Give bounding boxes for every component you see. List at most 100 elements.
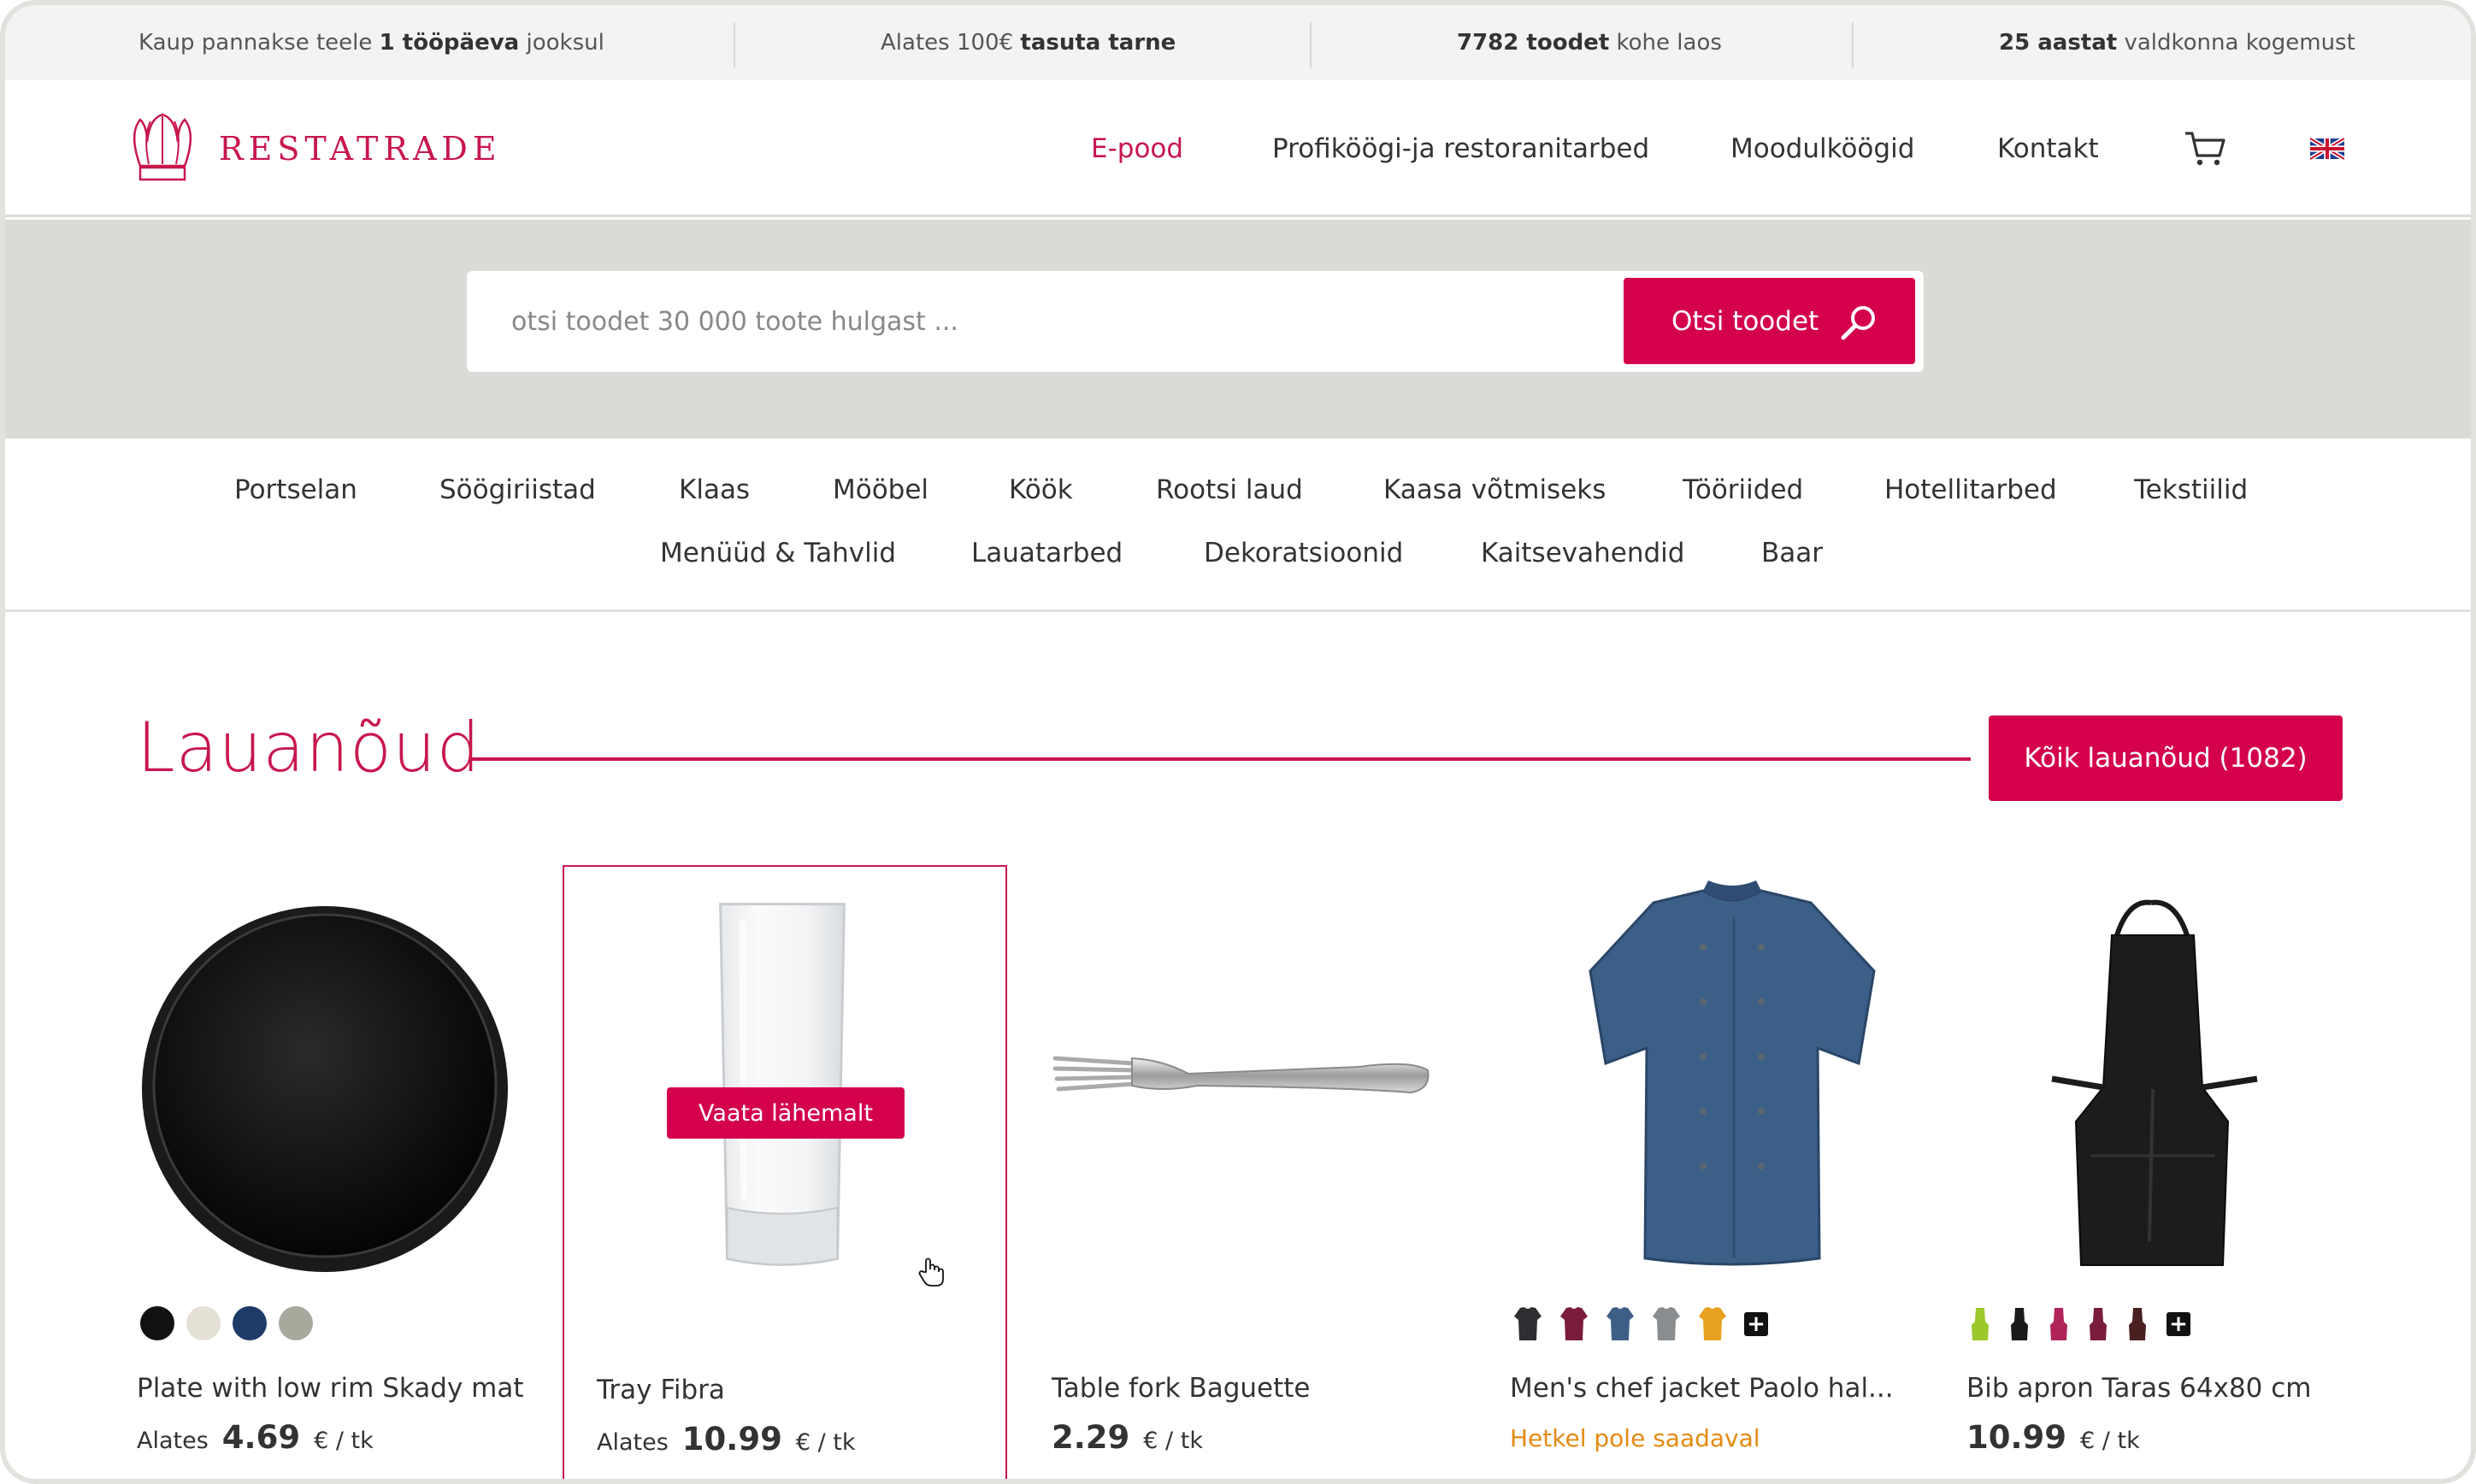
nav-e-pood[interactable]: E-pood [1091,80,1183,217]
shirt-swatch-icon[interactable] [1698,1306,1727,1342]
info-text: valdkonna kogemust [2124,30,2355,56]
category-moobel[interactable]: Mööbel [833,474,928,505]
category-hotellitarbed[interactable]: Hotellitarbed [1884,474,2057,505]
shirt-swatch-icon[interactable] [1652,1306,1681,1342]
swatch[interactable] [233,1306,267,1340]
site-header: RESTATRADE E-pood Profiköögi-ja restoran… [5,80,2471,217]
product-name[interactable]: Table fork Baguette [1052,1373,1311,1404]
shirt-swatch-icon[interactable] [1513,1306,1542,1342]
product-name[interactable]: Bib apron Taras 64x80 cm [1966,1373,2312,1404]
category-baar[interactable]: Baar [1761,538,1823,568]
info-bold: 25 aastat [1999,30,2118,56]
experience-info: 25 aastat valdkonna kogemust [1999,5,2355,80]
swatch[interactable] [279,1306,313,1340]
divider [1310,22,1312,68]
search-button-label: Otsi toodet [1671,305,1819,337]
color-swatches [140,1306,313,1340]
category-kaitsevahendid[interactable]: Kaitsevahendid [1481,538,1684,568]
shirt-swatch-icon[interactable] [1559,1306,1589,1342]
info-text: kohe laos [1616,30,1722,56]
logo[interactable]: RESTATRADE [132,113,502,185]
info-bold: tasuta tarne [1020,30,1176,56]
nav-kontakt[interactable]: Kontakt [1997,80,2099,217]
product-card[interactable]: + Bib apron Taras 64x80 cm 10.99 € / tk [1966,865,2411,1479]
product-name[interactable]: Men's chef jacket Paolo hal... [1510,1373,1894,1404]
swatch[interactable] [186,1306,221,1340]
category-kook[interactable]: Köök [1009,474,1073,505]
product-card[interactable]: Table fork Baguette 2.29 € / tk [1052,865,1496,1479]
product-price: 10.99 € / tk [1966,1419,2140,1456]
language-switch[interactable] [2310,80,2344,217]
category-dekoratsioonid[interactable]: Dekoratsioonid [1204,538,1403,568]
category-tooriided[interactable]: Tööriided [1683,474,1803,505]
color-swatches: + [1970,1306,2190,1342]
browser-frame: Kaup pannakse teele 1 tööpäeva jooksul A… [0,0,2476,1484]
availability-status: Hetkel pole saadaval [1510,1424,1760,1452]
price-value: 10.99 [1966,1419,2067,1456]
info-bold: 1 tööpäeva [379,30,520,56]
price-prefix: Alates [597,1429,669,1456]
info-text: Kaup pannakse teele [139,30,373,56]
quick-view-button[interactable]: Vaata lähemalt [667,1087,905,1139]
product-price: Alates 10.99 € / tk [597,1421,856,1458]
apron-swatch-icon[interactable] [2127,1306,2148,1342]
category-sooogiriistad[interactable]: Söögiriistad [439,474,596,505]
all-tableware-button[interactable]: Kõik lauanõud (1082) [1989,716,2343,801]
chef-hat-icon [133,113,192,181]
category-rootsi-laud[interactable]: Rootsi laud [1156,474,1303,505]
price-value: 10.99 [681,1421,782,1458]
product-image-plate [142,906,508,1272]
price-value: 4.69 [221,1419,301,1456]
search-band: Otsi toodet [5,220,2471,439]
stock-info: 7782 toodet kohe laos [1457,5,1722,80]
product-card[interactable]: + Men's chef jacket Paolo hal... Hetkel … [1510,865,1954,1479]
product-image-chef-jacket [1589,880,1876,1266]
shipping-info: Kaup pannakse teele 1 tööpäeva jooksul [139,5,604,80]
product-card[interactable]: Plate with low rim Skady mat Alates 4.69… [137,865,581,1479]
apron-swatch-icon[interactable] [2088,1306,2108,1342]
uk-flag-icon [2310,138,2344,160]
shirt-swatch-icon[interactable] [1606,1306,1635,1342]
product-image-fork [1052,1056,1430,1094]
search-box: Otsi toodet [467,271,1924,372]
swatch[interactable] [140,1306,174,1340]
product-image-glass [719,903,846,1266]
info-bold: 7782 toodet [1457,30,1610,56]
apron-swatch-icon[interactable] [2009,1306,2030,1342]
top-info-bar: Kaup pannakse teele 1 tööpäeva jooksul A… [5,5,2471,80]
nav-moodulkoogid[interactable]: Moodulköögid [1730,80,1914,217]
cart-button[interactable] [2184,80,2226,217]
hand-cursor-icon [918,1257,944,1287]
price-unit: € / tk [795,1429,856,1456]
divider [1852,22,1854,68]
apron-swatch-icon[interactable] [2049,1306,2069,1342]
cart-icon [2185,132,2225,166]
price-unit: € / tk [1143,1428,1203,1454]
logo-text: RESTATRADE [219,130,502,168]
section-divider [472,757,1971,761]
category-kaasa-votmiseks[interactable]: Kaasa võtmiseks [1383,474,1606,505]
free-delivery-info: Alates 100€ tasuta tarne [881,5,1176,80]
category-menuud-tahvlid[interactable]: Menüüd & Tahvlid [660,538,896,568]
product-price: Alates 4.69 € / tk [137,1419,374,1456]
price-value: 2.29 [1052,1419,1130,1456]
category-tekstiilid[interactable]: Tekstiilid [2134,474,2248,505]
info-text: Alates 100€ [881,30,1014,56]
category-klaas[interactable]: Klaas [679,474,750,505]
search-input[interactable] [467,271,1612,372]
price-prefix: Alates [137,1428,209,1454]
product-name[interactable]: Tray Fibra [597,1375,725,1405]
search-icon [1841,306,1875,340]
search-button[interactable]: Otsi toodet [1624,278,1915,364]
more-colors-icon[interactable]: + [1744,1312,1768,1336]
apron-swatch-icon[interactable] [1970,1306,1990,1342]
category-lauatarbed[interactable]: Lauatarbed [971,538,1123,568]
category-portselan[interactable]: Portselan [234,474,357,505]
divider [734,22,735,68]
product-image-apron [2051,899,2258,1266]
nav-profikook[interactable]: Profiköögi-ja restoranitarbed [1272,80,1649,217]
price-unit: € / tk [2080,1428,2140,1454]
product-name[interactable]: Plate with low rim Skady mat [137,1373,524,1404]
product-card[interactable]: Vaata lähemalt Tray Fibra Alates 10.99 €… [563,865,1007,1479]
more-colors-icon[interactable]: + [2166,1312,2190,1336]
